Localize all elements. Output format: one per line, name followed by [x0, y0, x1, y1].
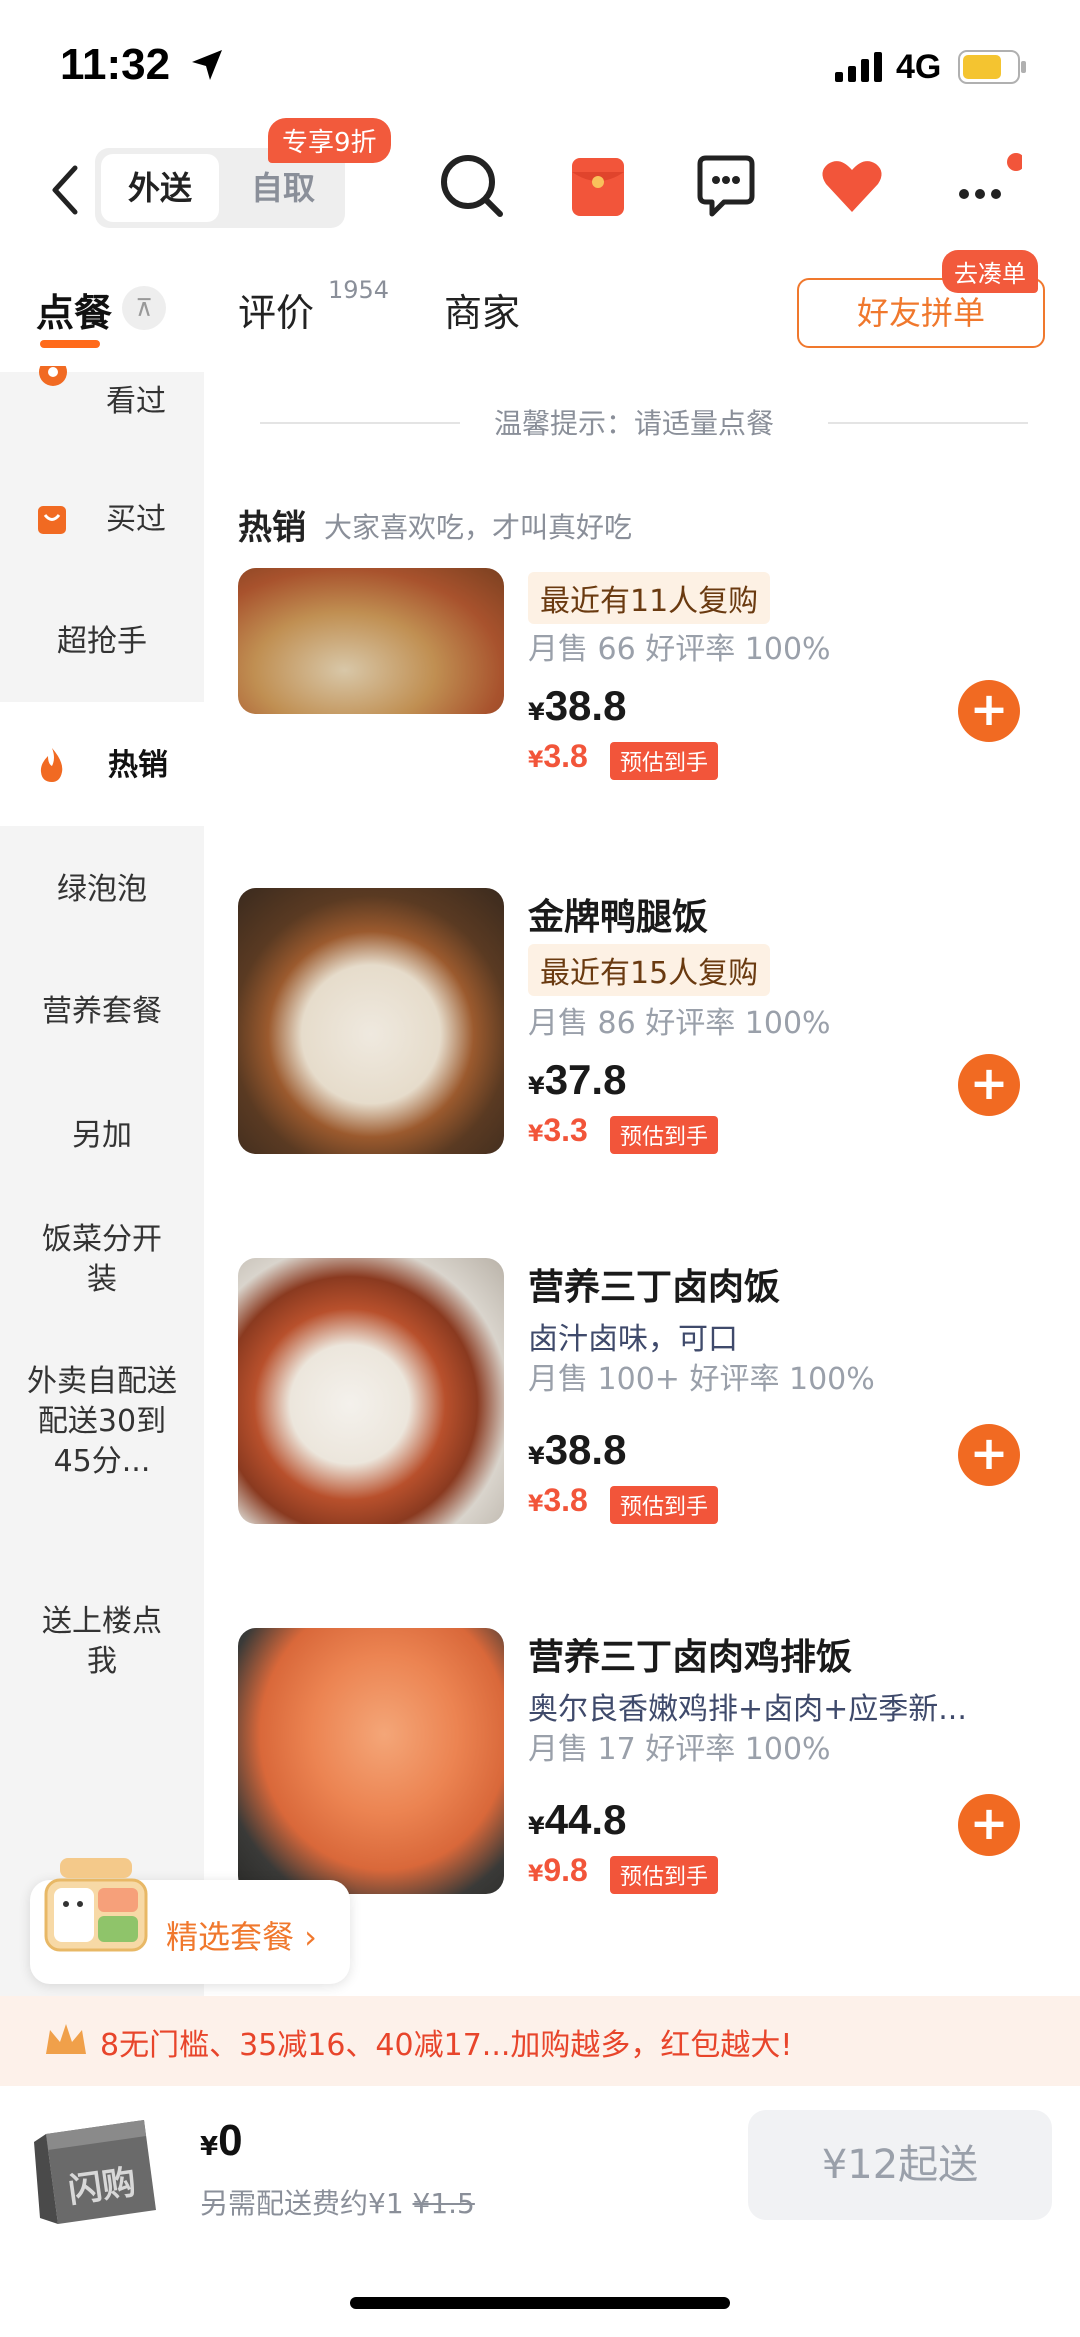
red-packet-icon[interactable]	[562, 150, 634, 222]
item-price: ¥44.8	[528, 1796, 627, 1843]
item-description: 奥尔良香嫩鸡排+卤肉+应季新...	[528, 1692, 967, 1727]
group-order-badge: 去凑单	[942, 250, 1038, 293]
featured-combo-label: 精选套餐 ›	[166, 1918, 317, 1956]
sales-info: 月售 66 好评率 100%	[528, 632, 831, 667]
menu-content: 温馨提示：请适量点餐 热销 大家喜欢吃，才叫真好吃 最近有11人复购 月售 66…	[204, 372, 1080, 1992]
estimated-price: ¥9.8	[528, 1852, 588, 1888]
sidebar-item-separate-pack[interactable]: 饭菜分开装	[0, 1220, 204, 1300]
item-description: 卤汁卤味，可口	[528, 1322, 738, 1357]
sidebar-item-self-delivery[interactable]: 外卖自配送配送30到45分...	[0, 1362, 204, 1482]
message-icon[interactable]	[690, 150, 762, 222]
dish-photo	[238, 1628, 504, 1894]
sidebar-item-nutrition-set[interactable]: 营养套餐	[0, 992, 204, 1032]
estimated-price: ¥3.8	[528, 1482, 588, 1518]
estimated-price: ¥3.3	[528, 1112, 588, 1148]
menu-item[interactable]: 金牌鸭腿饭 最近有15人复购 月售 86 好评率 100% ¥37.8 ¥3.3…	[204, 888, 1080, 1188]
mode-delivery-button[interactable]: 外送	[101, 154, 219, 222]
network-type: 4G	[896, 48, 942, 86]
search-icon[interactable]	[436, 150, 508, 222]
add-to-cart-button[interactable]: +	[958, 1424, 1020, 1486]
tab-reviews[interactable]: 评价	[238, 282, 314, 337]
home-indicator	[350, 2297, 730, 2309]
location-arrow-icon	[192, 50, 222, 80]
crown-icon	[46, 2024, 86, 2054]
section-title: 热销	[238, 508, 306, 548]
promo-text: 8无门槛、35减16、40减17...加购越多，红包越大!	[100, 2028, 793, 2063]
tab-merchant[interactable]: 商家	[444, 282, 520, 337]
pin-top-icon[interactable]: ⊼	[122, 286, 166, 330]
divider	[828, 422, 1028, 424]
menu-item[interactable]: 最近有11人复购 月售 66 好评率 100% ¥38.8 ¥3.8 预估到手 …	[204, 568, 1080, 878]
category-sidebar: 看过 买过 超抢手 热销 绿泡泡 营养套餐 另加 饭菜分开装 外卖自配送配送30…	[0, 366, 204, 1996]
tab-active-underline	[40, 340, 100, 348]
featured-combo-button[interactable]: 精选套餐 ›	[30, 1858, 350, 1984]
sales-info: 月售 100+ 好评率 100%	[528, 1362, 875, 1397]
item-price: ¥37.8	[528, 1056, 627, 1103]
estimated-label: 预估到手	[610, 1116, 719, 1154]
menu-item[interactable]: 营养三丁卤肉饭 卤汁卤味，可口 月售 100+ 好评率 100% ¥38.8 ¥…	[204, 1258, 1080, 1558]
item-price: ¥38.8	[528, 682, 627, 729]
signal-icon	[835, 52, 882, 82]
sidebar-item-upstairs[interactable]: 送上楼点我	[0, 1602, 204, 1682]
bento-box-icon	[44, 1858, 148, 1952]
estimated-price: ¥3.8	[528, 738, 588, 774]
battery-icon	[958, 50, 1026, 84]
divider	[260, 422, 460, 424]
estimated-label: 预估到手	[610, 742, 719, 780]
item-price: ¥38.8	[528, 1426, 627, 1473]
store-header: 外送 自取 专享9折	[0, 118, 1080, 260]
dish-photo	[238, 1258, 504, 1524]
sidebar-item-green-bubble[interactable]: 绿泡泡	[0, 870, 204, 910]
delivery-fee: 另需配送费约¥1 ¥1.5	[200, 2187, 475, 2220]
section-subtitle: 大家喜欢吃，才叫真好吃	[324, 511, 633, 544]
item-name: 营养三丁卤肉鸡排饭	[528, 1637, 853, 1678]
status-bar: 11:32 4G	[0, 0, 1080, 130]
tab-order[interactable]: 点餐	[36, 282, 112, 337]
sales-info: 月售 17 好评率 100%	[528, 1732, 831, 1767]
back-arrow-icon[interactable]	[45, 160, 85, 220]
add-to-cart-button[interactable]: +	[958, 680, 1020, 742]
estimated-label: 预估到手	[610, 1486, 719, 1524]
dish-photo	[238, 568, 504, 714]
sidebar-item-popular[interactable]: 超抢手	[0, 622, 204, 662]
reviews-count: 1954	[328, 276, 390, 304]
repurchase-tag: 最近有15人复购	[528, 944, 771, 996]
cart-bag-icon[interactable]: 闪购	[20, 2106, 170, 2236]
tip-text: 温馨提示：请适量点餐	[494, 407, 775, 440]
checkout-button[interactable]: ¥12起送	[748, 2110, 1052, 2220]
more-options-icon[interactable]	[950, 150, 1022, 222]
add-to-cart-button[interactable]: +	[958, 1054, 1020, 1116]
add-to-cart-button[interactable]: +	[958, 1794, 1020, 1856]
pickup-discount-badge: 专享9折	[268, 118, 391, 163]
estimated-label: 预估到手	[610, 1856, 719, 1894]
promo-banner[interactable]: 8无门槛、35减16、40减17...加购越多，红包越大!	[0, 1996, 1080, 2086]
dish-photo	[238, 888, 504, 1154]
mode-pickup-button[interactable]: 自取	[225, 154, 341, 222]
sales-info: 月售 86 好评率 100%	[528, 1006, 831, 1041]
repurchase-tag: 最近有11人复购	[528, 572, 771, 624]
favorite-heart-icon[interactable]	[816, 150, 888, 222]
status-time: 11:32	[60, 40, 171, 89]
sidebar-item-extra[interactable]: 另加	[0, 1116, 204, 1156]
cart-total: ¥0	[200, 2116, 243, 2165]
store-tabs: 点餐 ⊼ 评价 1954 商家 好友拼单 去凑单	[0, 250, 1080, 372]
item-name: 金牌鸭腿饭	[528, 897, 709, 938]
item-name: 营养三丁卤肉饭	[528, 1267, 781, 1308]
